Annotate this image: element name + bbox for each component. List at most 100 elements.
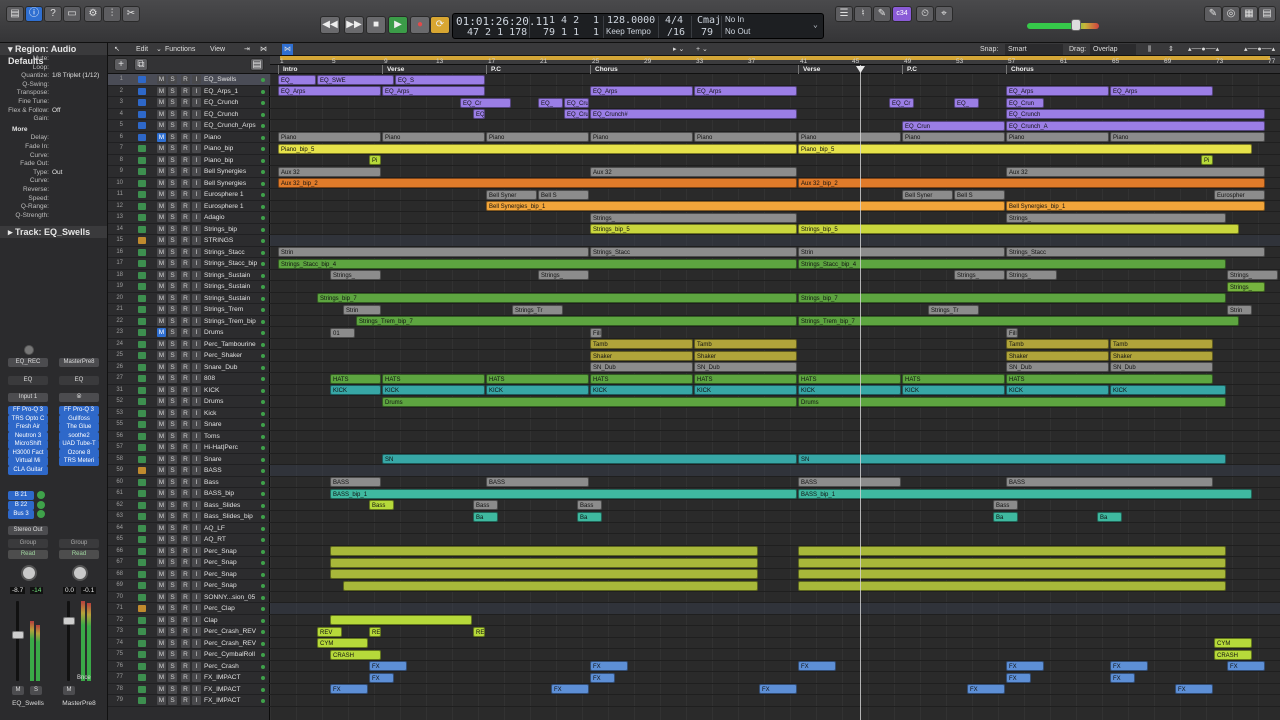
track-name[interactable]: Strings_Sustain [204,281,260,292]
region[interactable]: Bell Synergies_bip_1 [486,201,1005,211]
more-disclosure[interactable]: More [0,126,107,135]
record-enable-button[interactable]: R [181,684,190,694]
track-name[interactable]: EQ_Arps_1 [204,86,260,97]
param-value[interactable]: Out [52,169,62,178]
input-monitor-button[interactable]: I [192,305,201,314]
region[interactable]: EQ_Crunch# [590,109,797,119]
track-header-row[interactable]: 79 M S R I FX_IMPACT [108,695,270,707]
input-monitor-button[interactable]: I [192,454,201,464]
region[interactable]: EQ_ [278,74,316,85]
track-name[interactable]: Perc_Crash_REV [204,626,260,637]
region[interactable]: Shaker [590,350,693,361]
marker-label[interactable]: Chorus [1006,65,1034,74]
record-enable-button[interactable]: R [181,282,190,291]
region[interactable]: HATS [798,373,901,384]
input-monitor-button[interactable]: I [192,236,201,245]
solo-button[interactable]: S [168,351,177,360]
track-header-row[interactable]: 31 M S R I KICK [108,385,270,396]
mute-button[interactable]: M [157,466,166,475]
track-header-row[interactable]: 69 M S R I Perc_Snap [108,580,270,592]
track-header-row[interactable]: 66 M S R I Perc_Snap [108,546,270,557]
track-header-row[interactable]: 13 M S R I Adagio [108,212,270,224]
track-lane[interactable] [270,281,1280,293]
record-enable-button[interactable]: R [181,155,190,165]
region[interactable] [798,546,1226,556]
region-param-row[interactable]: Type: Out [0,169,107,178]
record-enable-button[interactable]: R [181,661,190,671]
track-header-row[interactable]: 63 M S R I Bass_Slides_bip [108,511,270,523]
region[interactable]: Strings_Stacc_bip_4 [278,258,797,269]
region[interactable]: Bell Synergies_bip_1 [1006,201,1265,211]
track-name[interactable]: BASS [204,465,260,476]
mute-button[interactable]: M [157,236,166,245]
solo-button[interactable]: S [168,121,177,130]
record-enable-button[interactable]: R [181,109,190,119]
marker-label[interactable]: Chorus [590,65,618,74]
plugin-slot[interactable]: The Glue [59,423,99,432]
marker-label[interactable]: P.C [902,65,917,74]
arrange-area[interactable]: 1 5 9 13 17 21 25 29 33 37 41 45 49 53 57 61 65 69 73 77 In… [270,56,1280,720]
record-enable-button[interactable]: R [181,259,190,268]
record-enable-button[interactable]: R [181,615,190,625]
solo-button[interactable]: S [168,466,177,475]
region[interactable]: FX [369,661,407,671]
region[interactable]: RE [473,626,485,637]
input-monitor-button[interactable]: I [192,98,201,107]
mute-button[interactable]: M [157,190,166,199]
track-lane[interactable] [270,465,1280,477]
record-enable-button[interactable]: R [181,201,190,211]
input-monitor-button[interactable]: I [192,696,201,705]
track-name[interactable]: Drums [204,327,260,338]
region[interactable]: BASS [330,477,381,487]
region[interactable]: Ba [577,511,602,522]
track-header-row[interactable]: 7 M S R I Piano_bip [108,143,270,155]
region[interactable]: FX [590,672,615,683]
region[interactable]: Tamb [590,339,693,349]
playhead[interactable] [860,65,861,720]
send-level-knob[interactable] [37,491,45,499]
track-header-row[interactable]: 8 M S R I Piano_bip [108,155,270,166]
track-name[interactable]: Perc_Crash [204,661,260,672]
solo-button[interactable]: S [168,236,177,245]
track-header-row[interactable]: 71 M S R I Perc_Clap [108,603,270,615]
region[interactable]: Drums [382,396,797,407]
track-name[interactable]: Piano_bip [204,155,260,166]
solo-button[interactable]: S [168,316,177,326]
region[interactable]: FX [1110,661,1148,671]
track-header-row[interactable]: 5 M S R I EQ_Crunch_Arps [108,120,270,132]
solo-button[interactable]: S [168,132,177,142]
region[interactable]: FX [1006,672,1031,683]
mute-button[interactable]: M [157,385,166,395]
track-header-row[interactable]: 12 M S R I Eurosphere 1 [108,201,270,212]
region-param-row[interactable]: Delay: [0,134,107,143]
mute-button[interactable]: M [157,293,166,303]
region[interactable]: Strings_Stacc [590,247,797,257]
region[interactable]: EQ_Cr [889,97,914,108]
region[interactable]: Strin [1227,304,1252,315]
input-monitor-button[interactable]: I [192,650,201,659]
region[interactable]: KICK [694,385,797,395]
region-param-row[interactable]: Q-Range: [0,203,107,212]
region[interactable]: FX [759,684,797,694]
input-monitor-button[interactable]: I [192,385,201,395]
loop-browser-icon[interactable]: ◎ [1222,6,1240,22]
automation-mode[interactable]: Read [8,550,48,559]
record-enable-button[interactable]: R [181,339,190,349]
mute-button[interactable]: M [157,420,166,429]
input-monitor-button[interactable]: I [192,201,201,211]
region[interactable]: Strings_ [954,270,1005,280]
input-monitor-button[interactable]: I [192,431,201,441]
region[interactable]: Bass [369,500,394,510]
solo-button[interactable]: S [168,109,177,119]
input-monitor-button[interactable]: I [192,627,201,636]
region[interactable]: EQ_SWE [317,74,394,85]
record-enable-button[interactable]: R [181,293,190,303]
record-enable-button[interactable]: R [181,627,190,636]
region-inspector-header[interactable]: ▾ Region: Audio Defaults [0,43,107,66]
mute-button[interactable]: M [157,523,166,533]
track-header-row[interactable]: 62 M S R I Bass_Slides [108,500,270,511]
region[interactable]: EQ_Arps [278,86,381,96]
region[interactable]: KICK [330,385,381,395]
input-monitor-button[interactable]: I [192,408,201,418]
plugin-slot[interactable]: TRS Meteri [59,457,99,466]
